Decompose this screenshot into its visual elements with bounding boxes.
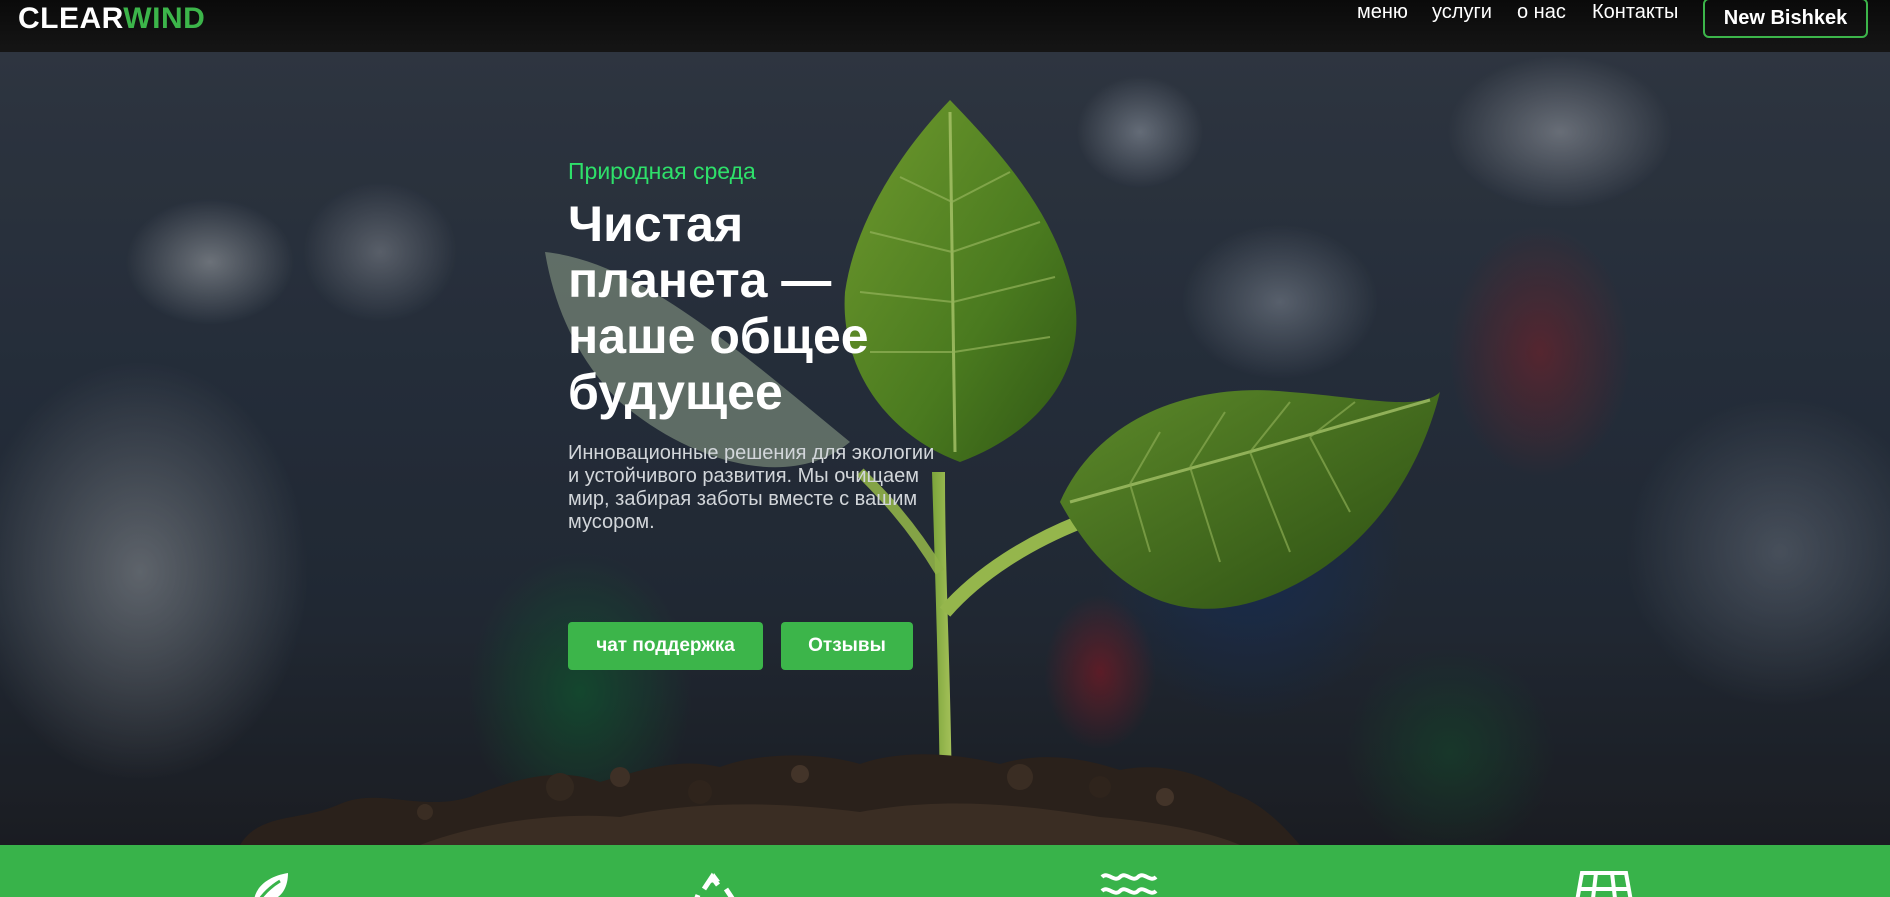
solar-panel-icon [1575, 871, 1633, 897]
logo-part-clear: CLEAR [18, 2, 124, 35]
nav-link-services[interactable]: услуги [1432, 0, 1492, 24]
hero-title: Чистая планета — наше общее будущее [568, 196, 869, 420]
leaf-icon [254, 873, 288, 897]
features-bar [0, 845, 1890, 897]
water-waves-icon [1100, 873, 1158, 895]
logo[interactable]: CLEARWIND [18, 2, 205, 36]
hero-section: Природная среда Чистая планета — наше об… [0, 52, 1890, 845]
hero-content: Природная среда Чистая планета — наше об… [568, 156, 968, 670]
recycle-icon [694, 872, 735, 897]
support-chat-button[interactable]: чат поддержка [568, 622, 763, 670]
nav-link-contacts[interactable]: Контакты [1592, 0, 1678, 24]
logo-part-wind: WIND [123, 2, 206, 35]
reviews-button[interactable]: Отзывы [781, 622, 913, 670]
nav-link-menu[interactable]: меню [1357, 0, 1408, 24]
nav-link-about[interactable]: о нас [1517, 0, 1566, 24]
hero-kicker: Природная среда [568, 158, 756, 184]
location-button[interactable]: New Bishkek [1703, 0, 1868, 38]
hero-description: Инновационные решения для экологии и уст… [568, 442, 935, 533]
site-header: CLEARWIND меню услуги о нас Контакты New… [0, 0, 1890, 52]
